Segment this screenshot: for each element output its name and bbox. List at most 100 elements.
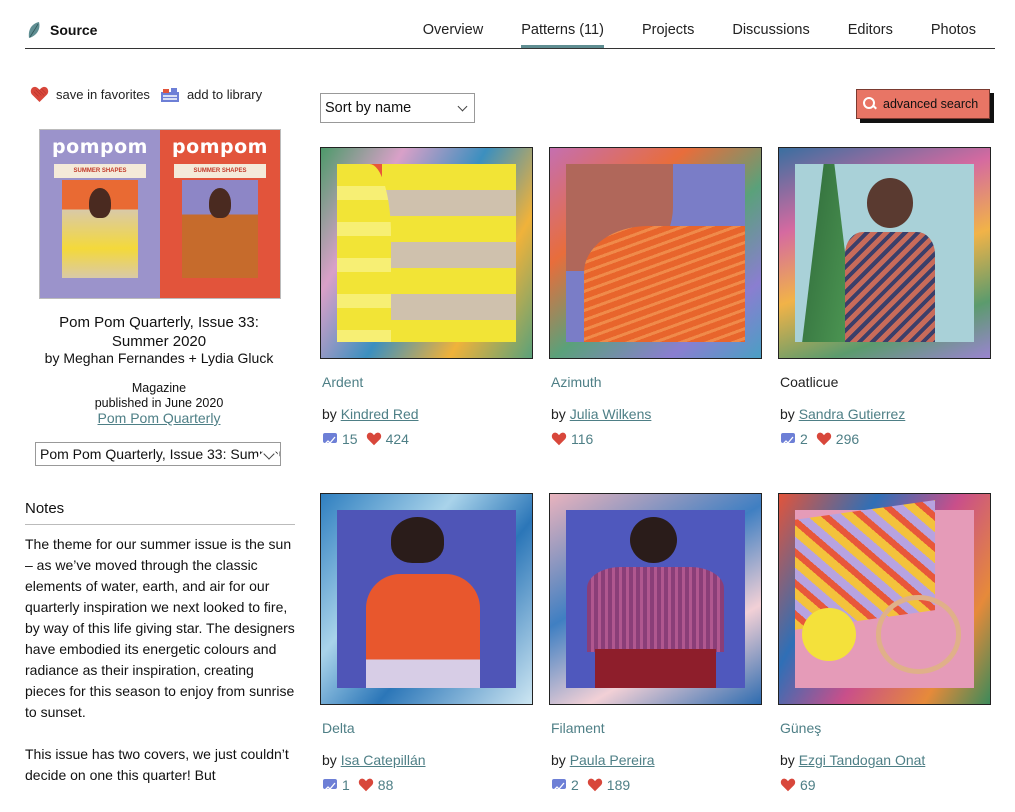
pattern-thumbnail[interactable] [320,147,533,359]
tab-photos[interactable]: Photos [912,0,995,48]
source-type: Magazine [131,381,187,395]
favorites-count: 116 [571,431,594,447]
cover-photo [182,180,258,278]
pattern-stats: 1 88 [322,777,397,793]
pattern-card: Filament by Paula Pereira 2 189 [549,493,762,793]
projects-icon [323,433,337,445]
source-meta: Magazine published in June 2020 Pom Pom … [30,381,288,426]
projects-icon [781,433,795,445]
favorites-count: 69 [800,777,816,793]
pattern-thumbnail[interactable] [549,493,762,705]
projects-count: 2 [800,431,808,447]
pattern-name-link[interactable]: Coatlicue [780,374,838,390]
designer-link[interactable]: Kindred Red [341,406,419,422]
pattern-stats: 15 424 [322,431,413,447]
source-authors: by Meghan Fernandes + Lydia Gluck [44,350,274,366]
advanced-search-button[interactable]: advanced search [856,89,990,119]
projects-count: 1 [342,777,350,793]
by-label: by [551,406,566,422]
by-label: by [322,752,337,768]
save-favorites-button[interactable]: save in favorites [30,86,150,103]
heart-icon [780,778,796,792]
source-published: published in June 2020 [94,396,224,410]
cover-masthead: pompom [52,136,148,158]
by-label: by [780,406,795,422]
pattern-name-link[interactable]: Güneş [780,720,821,736]
favorites-count: 424 [385,431,409,447]
designer-link[interactable]: Isa Catepillán [341,752,426,768]
leaf-icon [28,22,40,38]
by-label: by [780,752,795,768]
tab-bar: Overview Patterns (11) Projects Discussi… [404,0,995,48]
cover-masthead: pompom [172,136,268,158]
search-icon [863,97,877,111]
notes-heading: Notes [25,500,295,525]
add-library-button[interactable]: add to library [160,86,262,103]
projects-count: 2 [571,777,579,793]
projects-count: 15 [342,431,358,447]
publisher-link[interactable]: Pom Pom Quarterly [30,411,288,426]
pattern-stats: 116 [551,431,597,447]
issue-select[interactable]: Pom Pom Quarterly, Issue 33: Summer 2020 [35,442,281,466]
pattern-name-link[interactable]: Delta [322,720,355,736]
pattern-card: Azimuth by Julia Wilkens 116 [549,147,762,447]
designer-link[interactable]: Julia Wilkens [570,406,652,422]
pattern-stats: 69 [780,777,820,793]
chevron-down-icon [457,101,468,112]
notes-paragraph: The theme for our summer issue is the su… [25,536,295,720]
pattern-stats: 2 296 [780,431,863,447]
pattern-designer: by Sandra Gutierrez [780,406,905,422]
tab-discussions[interactable]: Discussions [713,0,828,48]
by-label: by [551,752,566,768]
pattern-name-link[interactable]: Ardent [322,374,363,390]
designer-link[interactable]: Ezgi Tandogan Onat [799,752,926,768]
designer-link[interactable]: Sandra Gutierrez [799,406,906,422]
cover-left: pompom SUMMER SHAPES [40,130,160,298]
cover-right: pompom SUMMER SHAPES [160,130,280,298]
brand-name: Source [50,22,98,38]
heart-icon [358,778,373,792]
notes-paragraph: This issue has two covers, we just could… [25,746,289,783]
favorites-count: 88 [377,777,394,793]
pattern-card: Coatlicue by Sandra Gutierrez 2 296 [778,147,991,447]
tab-projects[interactable]: Projects [623,0,713,48]
pattern-designer: by Kindred Red [322,406,419,422]
pattern-stats: 2 189 [551,777,634,793]
pattern-designer: by Julia Wilkens [551,406,651,422]
sort-select[interactable]: Sort by name [320,93,475,123]
library-icon [160,87,179,102]
heart-icon [366,432,381,446]
pattern-designer: by Isa Catepillán [322,752,426,768]
sort-select-value: Sort by name [325,100,412,116]
pattern-card: Delta by Isa Catepillán 1 88 [320,493,533,793]
pattern-designer: by Paula Pereira [551,752,655,768]
pattern-thumbnail[interactable] [778,147,991,359]
pattern-thumbnail[interactable] [778,493,991,705]
brand[interactable]: Source [27,21,97,39]
pattern-card: Güneş by Ezgi Tandogan Onat 69 [778,493,991,793]
tab-overview[interactable]: Overview [404,0,502,48]
projects-icon [323,779,337,791]
by-label: by [322,406,337,422]
notes-body: The theme for our summer issue is the su… [25,534,297,786]
pattern-card: Ardent by Kindred Red 15 424 [320,147,533,447]
cover-photo [62,180,138,278]
tab-editors[interactable]: Editors [829,0,912,48]
favorites-count: 189 [606,777,631,793]
top-navigation: Source Overview Patterns (11) Projects D… [25,0,995,49]
pattern-name-link[interactable]: Filament [551,720,605,736]
cover-line: SUMMER SHAPES [54,164,146,178]
designer-link[interactable]: Paula Pereira [570,752,655,768]
source-actions: save in favorites add to library [30,86,262,103]
pattern-thumbnail[interactable] [549,147,762,359]
source-title: Pom Pom Quarterly, Issue 33: Summer 2020 [59,314,259,350]
source-cover-image[interactable]: pompom SUMMER SHAPES pompom SUMMER SHAPE… [39,129,281,299]
tab-patterns[interactable]: Patterns (11) [502,0,623,48]
pattern-designer: by Ezgi Tandogan Onat [780,752,925,768]
heart-icon [816,432,831,446]
heart-icon [587,778,602,792]
heart-icon [551,432,567,446]
pattern-name-link[interactable]: Azimuth [551,374,602,390]
pattern-thumbnail[interactable] [320,493,533,705]
add-library-label: add to library [186,87,263,102]
